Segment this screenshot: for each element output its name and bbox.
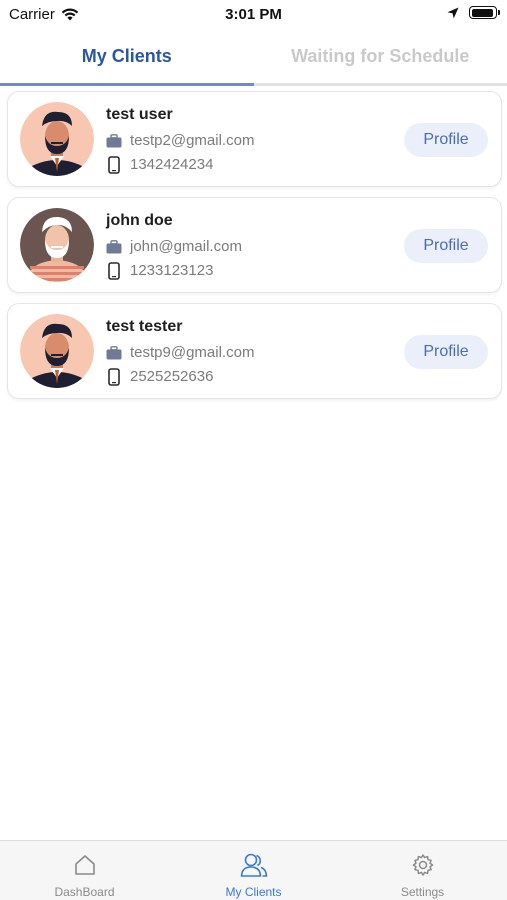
briefcase-icon [106,239,122,255]
bearded-man-avatar-icon [20,102,94,176]
nav-item-settings[interactable]: Settings [338,841,507,900]
nav-label-settings: Settings [400,885,445,899]
client-email: john@gmail.com [130,238,242,255]
client-phone-row: 1233123123 [106,261,214,280]
client-phone: 1342424234 [130,156,214,173]
nav-label-my-clients: My Clients [225,885,282,899]
client-name: john doe [106,212,173,229]
client-avatar [20,102,94,176]
client-phone-row: 2525252636 [106,367,214,386]
phone-icon [106,155,122,174]
nav-item-my-clients[interactable]: My Clients [169,841,338,900]
tab-waiting-for-schedule[interactable]: Waiting for Schedule [254,30,507,83]
phone-icon [106,367,122,386]
client-phone: 1233123123 [130,262,214,279]
client-email-row: john@gmail.com [106,238,242,255]
tab-bar: My Clients Waiting for Schedule [0,30,507,86]
battery-level [471,8,493,17]
briefcase-icon [106,133,122,149]
status-bar: Carrier 3:01 PM [0,0,507,28]
profile-button[interactable]: Profile [404,229,488,263]
client-email-row: testp9@gmail.com [106,344,254,361]
client-card[interactable]: test tester testp9@gmail.com 2525252636 … [7,303,502,399]
client-name: test user [106,106,173,123]
client-phone-row: 1342424234 [106,155,214,174]
client-card[interactable]: test user testp2@gmail.com 1342424234 Pr… [7,91,502,187]
bottom-nav: DashBoard My Clients Settings [0,840,507,900]
status-right [447,6,500,19]
nav-item-dashboard[interactable]: DashBoard [0,841,169,900]
old-man-avatar-icon [20,208,94,282]
client-avatar [20,314,94,388]
nav-label-dashboard: DashBoard [54,885,115,899]
client-avatar [20,208,94,282]
phone-icon [106,261,122,280]
client-phone: 2525252636 [130,368,214,385]
battery-icon [469,6,500,19]
users-icon [240,851,268,879]
home-icon [71,851,99,879]
tab-my-clients[interactable]: My Clients [0,30,254,86]
bearded-man-avatar-icon [20,314,94,388]
client-name: test tester [106,318,183,335]
gear-icon [409,851,437,879]
client-card[interactable]: john doe john@gmail.com 1233123123 Profi… [7,197,502,293]
profile-button[interactable]: Profile [404,123,488,157]
location-arrow-icon [447,7,459,18]
client-email: testp9@gmail.com [130,344,255,361]
client-email: testp2@gmail.com [130,132,255,149]
profile-button[interactable]: Profile [404,335,488,369]
clock: 3:01 PM [225,6,282,23]
briefcase-icon [106,345,122,361]
client-email-row: testp2@gmail.com [106,132,254,149]
